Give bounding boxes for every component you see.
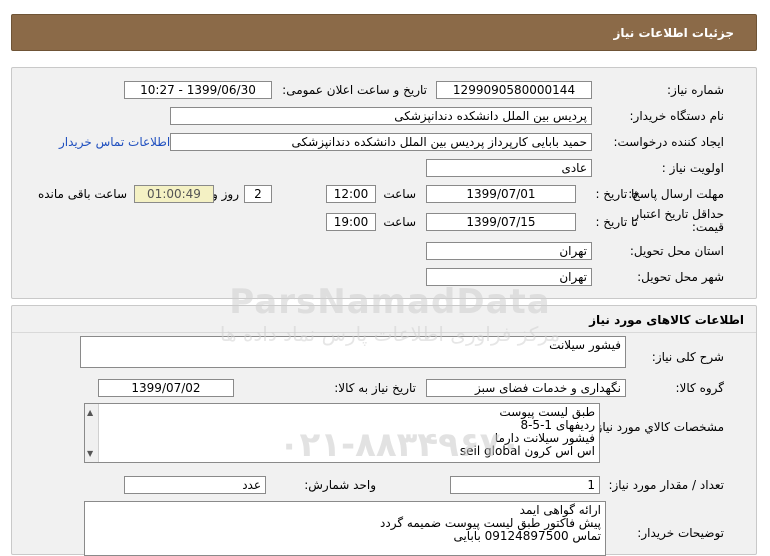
reply-deadline-label: مهلت ارسال پاسخ:	[628, 187, 724, 201]
page-title: جزئیات اطلاعات نیاز	[613, 26, 734, 40]
reply-time-field[interactable]: 12:00	[326, 185, 376, 203]
announce-label: تاریخ و ساعت اعلان عمومی:	[282, 83, 427, 97]
scroll-up-icon[interactable]: ▲	[87, 406, 93, 419]
buyer-contact-link[interactable]: اطلاعات تماس خریدار	[59, 135, 170, 149]
need-date-field[interactable]: 1399/07/02	[98, 379, 234, 397]
buyer-org-field[interactable]: پردیس بین الملل دانشکده دندانپزشکی	[170, 107, 592, 125]
qty-field[interactable]: 1	[450, 476, 600, 494]
city-label: شهر محل تحویل:	[637, 270, 724, 284]
watermark-brand: ParsNamadData	[229, 282, 551, 322]
reply-date-field[interactable]: 1399/07/01	[426, 185, 576, 203]
need-number-field[interactable]: 1299090580000144	[436, 81, 592, 99]
goods-section-title: اطلاعات کالاهای مورد نیاز	[589, 313, 744, 327]
remaining-label: ساعت باقی مانده	[37, 187, 127, 201]
price-time-label: ساعت	[383, 215, 416, 229]
province-field[interactable]: تهران	[426, 242, 592, 260]
scroll-down-icon[interactable]: ▼	[87, 447, 93, 460]
priority-field[interactable]: عادی	[426, 159, 592, 177]
summary-label: شرح کلی نیاز:	[651, 350, 724, 364]
details-line: طبق لیست پیوست	[499, 405, 595, 419]
requester-label: ایجاد کننده درخواست:	[613, 135, 724, 149]
page-header: جزئیات اطلاعات نیاز	[11, 14, 757, 51]
group-label: گروه کالا:	[675, 381, 725, 395]
province-label: استان محل تحویل:	[629, 244, 724, 258]
buyer-notes-label: توضیحات خریدار:	[637, 526, 724, 540]
days-label: روز و	[212, 187, 239, 201]
price-time-field[interactable]: 19:00	[326, 213, 376, 231]
details-scrollbar[interactable]: ▲ ▼	[85, 404, 99, 462]
announce-field[interactable]: 1399/06/30 - 10:27	[124, 81, 272, 99]
buyer-notes-field[interactable]: ارائه گواهی ایمد پیش فاکتور طبق لیست پیو…	[84, 501, 606, 556]
details-label: مشخصات کالاي مورد نياز:	[592, 420, 724, 434]
need-info-panel: شماره نیاز: 1299090580000144 تاریخ و ساع…	[11, 67, 757, 299]
need-date-label: تاریخ نیاز به کالا:	[334, 381, 416, 395]
watermark-phone: ۰۲۱-۸۸۳۴۹۶۷۰	[278, 425, 522, 465]
notes-line: تماس 09124897500 بابایی	[453, 529, 601, 543]
watermark-tagline: مرکز فراوری اطلاعات پارس نماد داده ها	[219, 322, 561, 346]
price-date-field[interactable]: 1399/07/15	[426, 213, 576, 231]
unit-field[interactable]: عدد	[124, 476, 266, 494]
need-number-label: شماره نیاز:	[667, 83, 724, 97]
remaining-time-field: 01:00:49	[134, 185, 214, 203]
qty-label: تعداد / مقدار مورد نیاز:	[608, 478, 724, 492]
requester-field[interactable]: حمید بابایی کارپرداز پردیس بین الملل دان…	[170, 133, 592, 151]
reply-to-date-label: تا تاریخ :	[595, 187, 638, 201]
buyer-org-label: نام دستگاه خریدار:	[629, 109, 725, 123]
price-to-date-label: تا تاریخ :	[595, 215, 638, 229]
group-field[interactable]: نگهداری و خدمات فضای سبز	[426, 379, 626, 397]
unit-label: واحد شمارش:	[304, 478, 376, 492]
reply-time-label: ساعت	[383, 187, 416, 201]
priority-label: اولویت نیاز :	[661, 161, 724, 175]
days-field[interactable]: 2	[244, 185, 272, 203]
